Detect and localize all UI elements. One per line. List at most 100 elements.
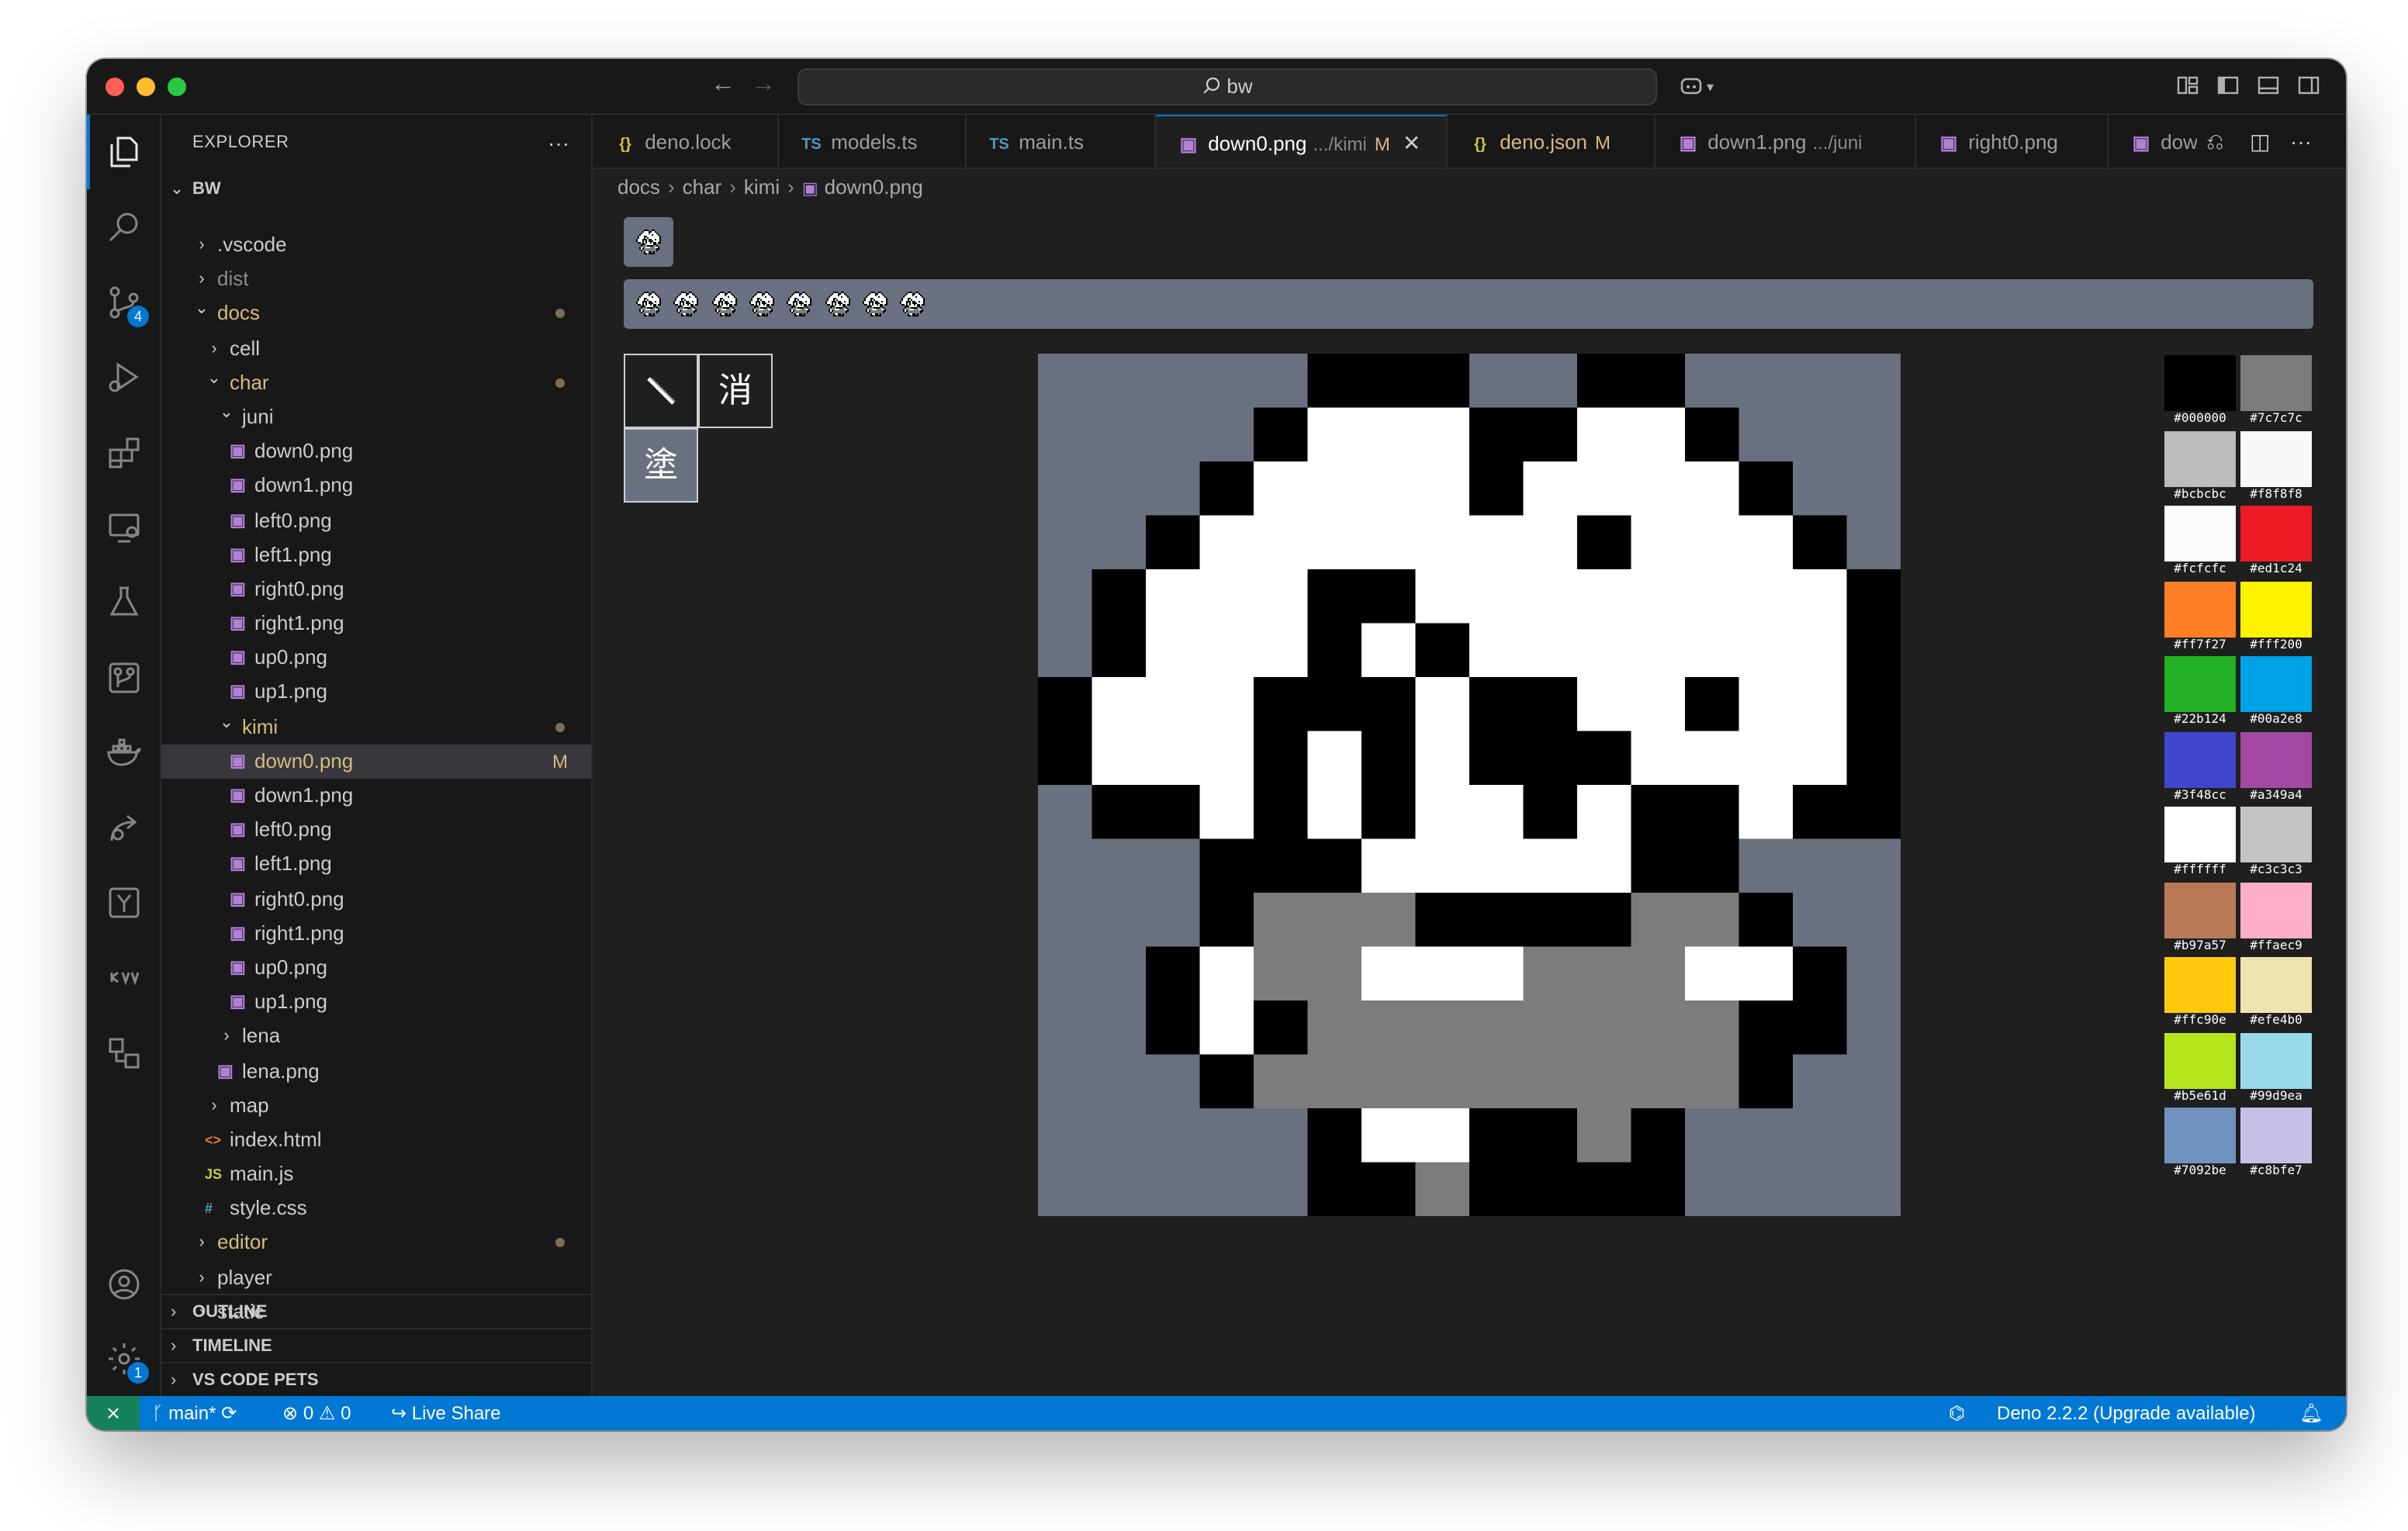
tree-item[interactable]: <> index.html bbox=[161, 1123, 591, 1157]
live-share-icon[interactable] bbox=[106, 810, 143, 847]
forward-arrow-icon[interactable]: → bbox=[751, 71, 776, 99]
tree-item[interactable]: ▣ down0.png M bbox=[161, 744, 591, 779]
color-swatch[interactable]: #efe4b0 bbox=[2239, 956, 2313, 1030]
tree-item[interactable]: ▣ right1.png bbox=[161, 607, 591, 641]
tree-item[interactable]: ▣ left0.png bbox=[161, 813, 591, 847]
color-swatch[interactable]: #c8bfe7 bbox=[2239, 1106, 2313, 1180]
color-swatch[interactable]: #ffaec9 bbox=[2239, 880, 2313, 955]
maximize-window-button[interactable] bbox=[168, 78, 186, 96]
breadcrumb-segment[interactable]: down0.png bbox=[825, 175, 923, 199]
tree-item[interactable]: › lena bbox=[161, 1020, 591, 1054]
color-swatch[interactable]: #ffffff bbox=[2163, 805, 2237, 880]
timeline-section[interactable]: › TIMELINE bbox=[161, 1328, 591, 1362]
tree-item[interactable]: ▣ left1.png bbox=[161, 537, 591, 572]
tree-item[interactable]: ▣ right0.png bbox=[161, 572, 591, 607]
tree-item[interactable]: ▣ up0.png bbox=[161, 641, 591, 676]
editor-tab[interactable]: ▣ right0.png bbox=[1916, 115, 2109, 168]
remote-explorer-icon[interactable] bbox=[106, 509, 143, 546]
tree-item[interactable]: ▣ up1.png bbox=[161, 985, 591, 1019]
tree-item[interactable]: › editor bbox=[161, 1226, 591, 1260]
tree-item[interactable]: › .vscode bbox=[161, 228, 591, 262]
tree-item[interactable]: ▣ left1.png bbox=[161, 848, 591, 882]
color-swatch[interactable]: #99d9ea bbox=[2239, 1031, 2313, 1105]
close-tab-icon[interactable]: ✕ bbox=[1403, 130, 1420, 155]
search-icon[interactable] bbox=[106, 208, 143, 245]
tree-item[interactable]: ⌄ kimi bbox=[161, 710, 591, 744]
toggle-primary-sidebar-icon[interactable] bbox=[2216, 73, 2240, 98]
docker-icon[interactable] bbox=[106, 734, 143, 771]
color-swatch[interactable]: #3f48cc bbox=[2163, 730, 2237, 804]
color-swatch[interactable]: #ed1c24 bbox=[2239, 504, 2313, 579]
settings-gear-icon[interactable]: 1 bbox=[106, 1340, 149, 1384]
pixel-canvas-grid[interactable] bbox=[1038, 354, 1902, 1218]
tree-item[interactable]: ▣ right0.png bbox=[161, 882, 591, 916]
tree-item[interactable]: ▣ down1.png bbox=[161, 469, 591, 503]
breadcrumb-segment[interactable]: docs bbox=[618, 175, 660, 199]
editor-tab[interactable]: TS models.ts bbox=[779, 115, 967, 168]
editor-tab[interactable]: TS main.ts bbox=[967, 115, 1156, 168]
animation-frame-thumbnail[interactable] bbox=[749, 292, 774, 316]
eraser-tool-button[interactable]: 消 bbox=[698, 354, 773, 428]
color-swatch[interactable]: #000000 bbox=[2163, 354, 2237, 428]
editor-tab[interactable]: {} deno.lock bbox=[593, 115, 779, 168]
color-swatch[interactable]: #fff200 bbox=[2239, 579, 2313, 654]
color-swatch[interactable]: #ff7f27 bbox=[2163, 579, 2237, 654]
toggle-secondary-sidebar-icon[interactable] bbox=[2296, 73, 2321, 98]
color-swatch[interactable]: #7092be bbox=[2163, 1106, 2237, 1180]
breadcrumb-segment[interactable]: char bbox=[683, 175, 722, 199]
tree-item[interactable]: JS main.js bbox=[161, 1157, 591, 1191]
copilot-chevron-down-icon[interactable]: ▾ bbox=[1707, 79, 1732, 104]
tree-item[interactable]: ⌄ juni bbox=[161, 400, 591, 434]
testing-icon[interactable] bbox=[106, 583, 143, 620]
animation-frame-thumbnail[interactable] bbox=[825, 292, 849, 316]
outline-section[interactable]: › OUTLINE bbox=[161, 1294, 591, 1328]
tree-item[interactable]: # style.css bbox=[161, 1192, 591, 1226]
deno-version-status[interactable]: Deno 2.2.2 (Upgrade available) bbox=[1997, 1396, 2256, 1430]
animation-frame-thumbnail[interactable] bbox=[673, 292, 699, 316]
color-swatch[interactable]: #bcbcbc bbox=[2163, 429, 2237, 503]
project-manager-icon[interactable] bbox=[106, 1035, 143, 1072]
color-swatch[interactable]: #f8f8f8 bbox=[2239, 429, 2313, 503]
pixel-canvas[interactable] bbox=[1038, 354, 1902, 1218]
color-swatch[interactable]: #b97a57 bbox=[2163, 880, 2237, 955]
open-changes-icon[interactable]: ⎌ bbox=[2206, 129, 2223, 155]
editor-tab[interactable]: ▣ down1.png .../juni bbox=[1656, 115, 1916, 168]
editor-tab[interactable]: ▣ down0.png .../kimi M ✕ bbox=[1156, 115, 1448, 168]
tree-item[interactable]: ▣ down1.png bbox=[161, 779, 591, 813]
git-graph-icon[interactable] bbox=[106, 659, 143, 696]
color-swatch[interactable]: #c3c3c3 bbox=[2239, 805, 2313, 880]
tree-item[interactable]: ⌄ docs bbox=[161, 297, 591, 331]
animation-frame-thumbnail[interactable] bbox=[862, 292, 887, 316]
toggle-panel-icon[interactable] bbox=[2256, 73, 2281, 98]
color-swatch[interactable]: #b5e61d bbox=[2163, 1031, 2237, 1105]
tree-item[interactable]: › dist bbox=[161, 262, 591, 296]
tree-item[interactable]: › cell bbox=[161, 331, 591, 365]
vscode-pets-section[interactable]: › VS CODE PETS bbox=[161, 1362, 591, 1396]
accounts-icon[interactable] bbox=[106, 1266, 143, 1303]
tree-item[interactable]: ▣ lena.png bbox=[161, 1054, 591, 1088]
back-arrow-icon[interactable]: ← bbox=[711, 71, 735, 99]
color-swatch[interactable]: #7c7c7c bbox=[2239, 354, 2313, 428]
problems-indicator[interactable]: ⊗ 0 ⚠ 0 bbox=[282, 1396, 351, 1430]
fill-tool-button[interactable]: 塗 bbox=[624, 428, 698, 503]
color-swatch[interactable]: #ffc90e bbox=[2163, 956, 2237, 1030]
live-share-status[interactable]: ↪ Live Share bbox=[391, 1396, 501, 1430]
notifications-bell-icon[interactable]: 🔔︎ bbox=[2299, 1396, 2323, 1430]
explorer-icon[interactable] bbox=[106, 133, 143, 171]
tree-item[interactable]: ▣ right1.png bbox=[161, 917, 591, 951]
source-control-icon[interactable]: 4 bbox=[106, 284, 149, 327]
animation-frame-thumbnail[interactable] bbox=[711, 292, 737, 316]
branch-indicator[interactable]: ᚴ main* ⟳ bbox=[152, 1396, 237, 1430]
editor-tab[interactable]: ▣ dow bbox=[2109, 115, 2202, 168]
minimize-window-button[interactable] bbox=[137, 78, 155, 96]
animation-frame-thumbnail[interactable] bbox=[787, 292, 812, 316]
remote-indicator[interactable]: ⨯ bbox=[87, 1396, 140, 1430]
editor-tab[interactable]: {} deno.json M bbox=[1448, 115, 1656, 168]
tree-item[interactable]: ▣ up0.png bbox=[161, 951, 591, 985]
run-debug-icon[interactable] bbox=[106, 358, 143, 396]
tree-item[interactable]: ▣ down0.png bbox=[161, 434, 591, 468]
more-actions-icon[interactable]: ··· bbox=[2290, 129, 2312, 154]
customize-layout-icon[interactable] bbox=[2175, 73, 2200, 98]
workspace-root[interactable]: ⌄ BW bbox=[161, 172, 591, 206]
color-swatch[interactable]: #22b124 bbox=[2163, 655, 2237, 729]
